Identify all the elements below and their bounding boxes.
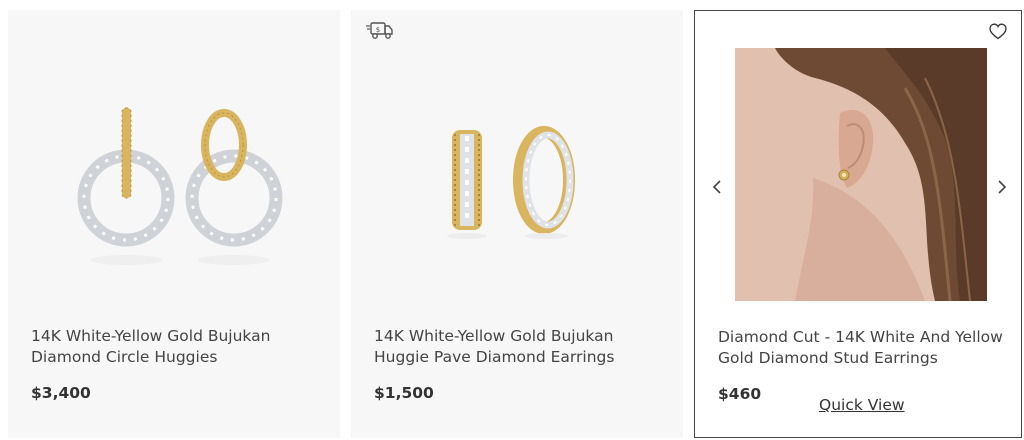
product-title[interactable]: 14K White-Yellow Gold Bujukan Diamond Ci…: [31, 326, 321, 368]
chevron-right-icon[interactable]: [995, 177, 1009, 197]
product-card[interactable]: Diamond Cut - 14K White And Yellow Gold …: [694, 10, 1022, 438]
product-card[interactable]: 14K White-Yellow Gold Bujukan Diamond Ci…: [8, 10, 340, 438]
product-image[interactable]: [8, 10, 340, 310]
quick-view-link[interactable]: Quick View: [819, 396, 905, 414]
huggie-side: [513, 126, 575, 234]
product-title[interactable]: 14K White-Yellow Gold Bujukan Huggie Pav…: [374, 326, 664, 368]
product-model-photo[interactable]: [735, 48, 987, 301]
product-price: $1,500: [374, 384, 434, 402]
product-title[interactable]: Diamond Cut - 14K White And Yellow Gold …: [718, 327, 1008, 369]
product-image[interactable]: [351, 10, 683, 310]
chevron-left-icon[interactable]: [710, 177, 724, 197]
product-price: $460: [718, 385, 762, 403]
huggie-front: [452, 130, 482, 230]
circle-huggie-left: [77, 107, 175, 247]
product-price: $3,400: [31, 384, 91, 402]
circle-huggie-right: [185, 109, 283, 247]
heart-icon[interactable]: [989, 23, 1007, 40]
product-card[interactable]: $ 14K White-Yellow Gold Bujukan Huggie P…: [351, 10, 683, 438]
